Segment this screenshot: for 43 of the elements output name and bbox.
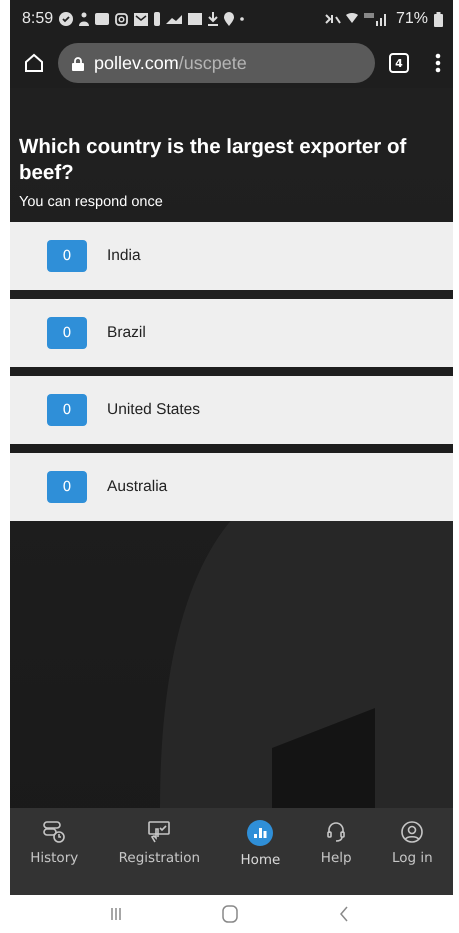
user-icon bbox=[400, 820, 424, 844]
battery-percent: 71% bbox=[396, 10, 428, 28]
answer-option[interactable]: 0 Australia bbox=[10, 453, 453, 521]
option-label: India bbox=[107, 247, 141, 265]
back-icon[interactable] bbox=[338, 906, 349, 922]
vote-count: 0 bbox=[47, 317, 87, 349]
area-chart-icon bbox=[166, 14, 182, 24]
download-icon bbox=[208, 12, 218, 26]
vote-count: 0 bbox=[47, 394, 87, 426]
bar-chart-icon bbox=[247, 820, 274, 846]
lock-icon bbox=[72, 56, 84, 70]
dot-icon bbox=[240, 17, 244, 21]
url-text: pollev.com/uscpete bbox=[94, 52, 247, 74]
answer-option[interactable]: 0 India bbox=[10, 222, 453, 290]
option-label: Australia bbox=[107, 478, 168, 496]
home-icon[interactable] bbox=[24, 53, 44, 73]
answer-option[interactable]: 0 Brazil bbox=[10, 299, 453, 367]
history-icon bbox=[42, 820, 66, 844]
nav-tab[interactable]: Log in bbox=[390, 820, 435, 866]
nav-tab[interactable]: History bbox=[28, 820, 80, 866]
recent-apps-icon[interactable] bbox=[110, 907, 122, 921]
nav-tab[interactable]: Home bbox=[238, 820, 282, 868]
home-button-icon[interactable] bbox=[222, 905, 238, 923]
figure-icon bbox=[79, 12, 90, 26]
nav-tab[interactable]: Registration bbox=[116, 820, 202, 866]
option-label: Brazil bbox=[107, 324, 146, 342]
vote-count: 0 bbox=[47, 240, 87, 272]
battery-icon bbox=[434, 12, 443, 26]
location-pin-icon bbox=[224, 12, 234, 26]
touch-screen-icon bbox=[146, 820, 172, 844]
vote-count: 0 bbox=[47, 471, 87, 503]
answer-option[interactable]: 0 United States bbox=[10, 376, 453, 444]
question-title: Which country is the largest exporter of beef? bbox=[18, 134, 408, 186]
check-circle-icon bbox=[59, 12, 74, 26]
mail-icon bbox=[134, 12, 148, 26]
option-label: United States bbox=[107, 401, 200, 419]
response-note: You can respond once bbox=[19, 194, 164, 210]
status-time: 8:59 bbox=[22, 10, 54, 28]
camera-icon bbox=[115, 12, 128, 26]
address-bar[interactable]: pollev.com/uscpete bbox=[58, 43, 375, 83]
menu-icon[interactable] bbox=[435, 53, 441, 73]
nav-tab[interactable]: Help bbox=[318, 820, 354, 866]
tab-count[interactable]: 4 bbox=[389, 53, 409, 73]
